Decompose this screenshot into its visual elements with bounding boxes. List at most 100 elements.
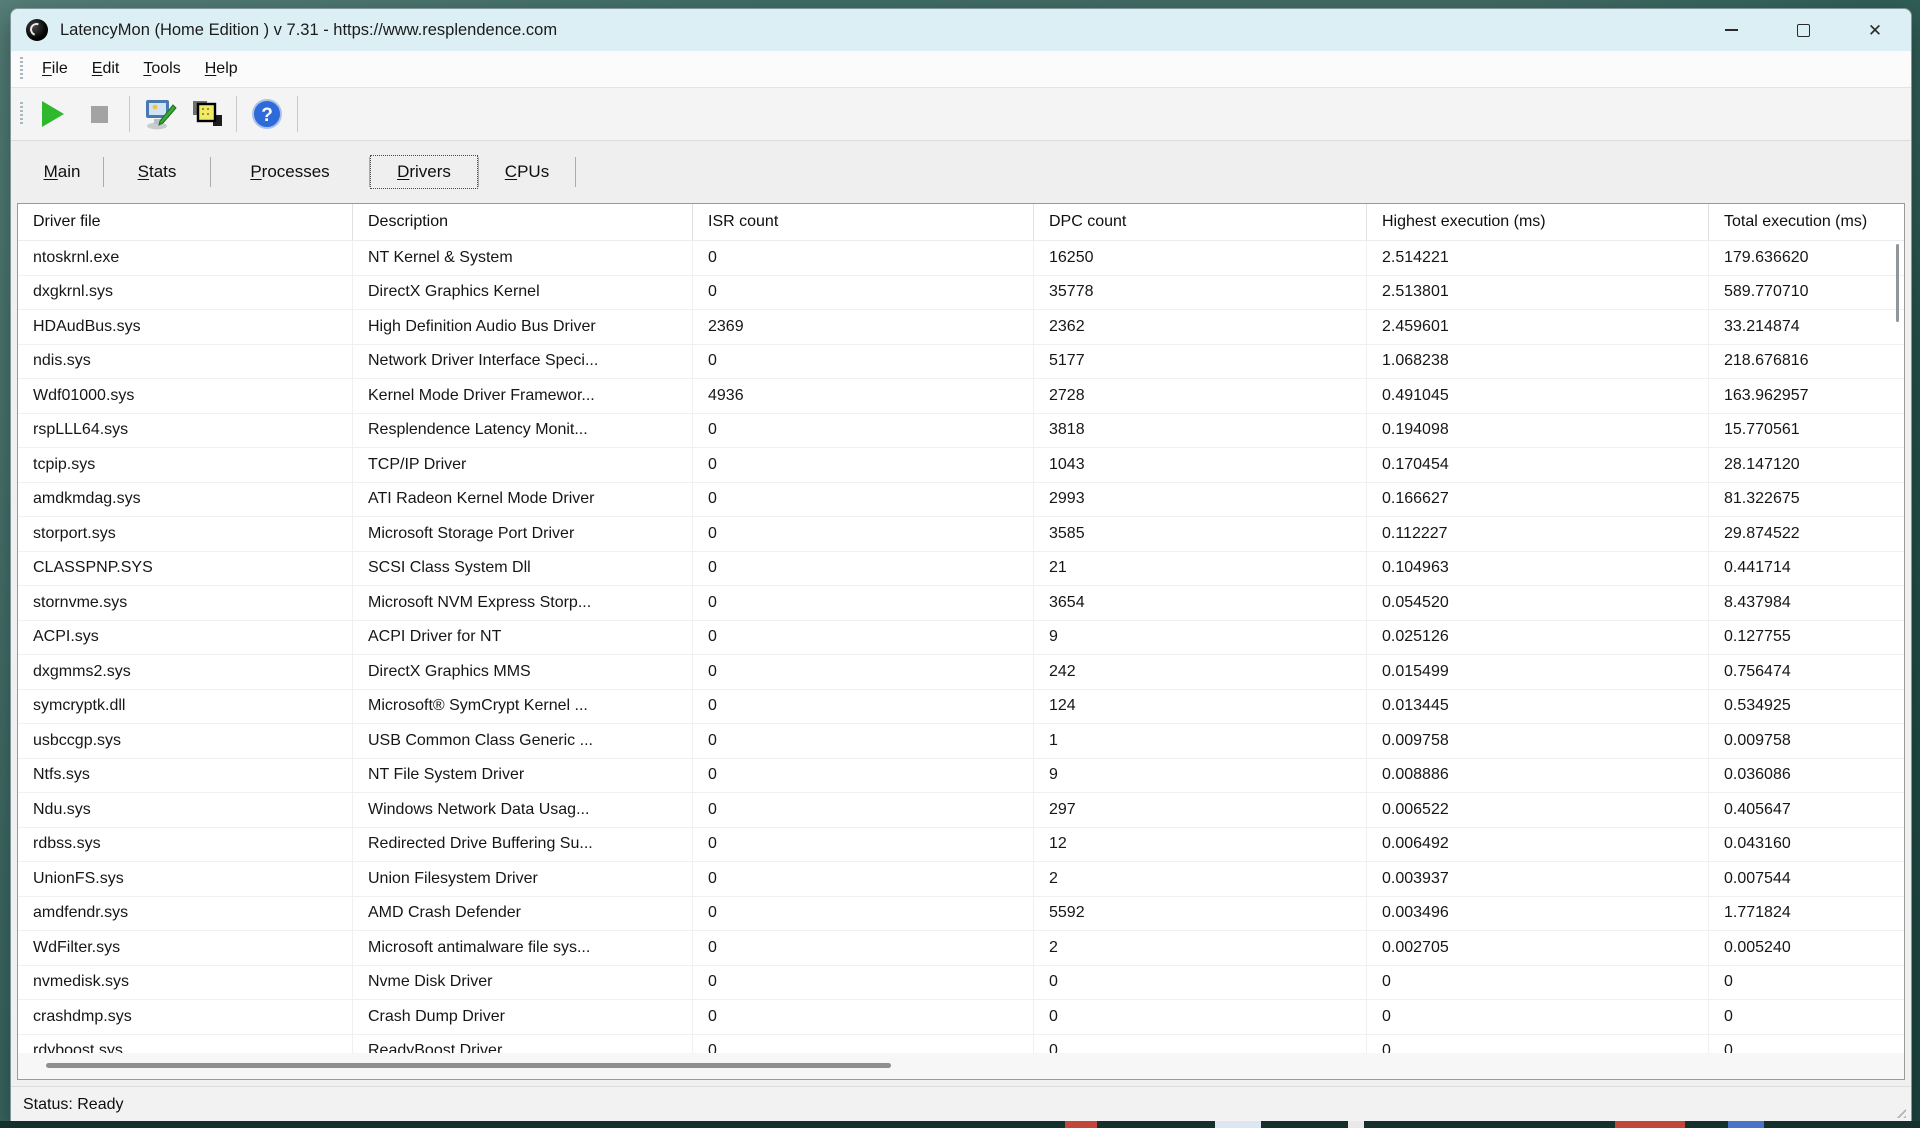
cell-file: crashdmp.sys <box>18 1000 353 1034</box>
status-text: Status: Ready <box>23 1096 124 1114</box>
titlebar[interactable]: LatencyMon (Home Edition ) v 7.31 - http… <box>11 9 1911 51</box>
menu-edit[interactable]: Edit <box>80 56 132 82</box>
cell-dpc: 0 <box>1034 1035 1367 1054</box>
cell-dpc: 16250 <box>1034 241 1367 275</box>
table-row[interactable]: Ntfs.sysNT File System Driver090.0088860… <box>18 759 1904 794</box>
cell-desc: Microsoft Storage Port Driver <box>353 517 693 551</box>
cell-desc: Microsoft antimalware file sys... <box>353 931 693 965</box>
cell-highest: 2.514221 <box>1367 241 1709 275</box>
table-row[interactable]: stornvme.sysMicrosoft NVM Express Storp.… <box>18 586 1904 621</box>
vertical-scrollbar-thumb[interactable] <box>1896 244 1899 322</box>
table-row[interactable]: HDAudBus.sysHigh Definition Audio Bus Dr… <box>18 310 1904 345</box>
menubar-gripper[interactable] <box>20 57 23 81</box>
cell-file: storport.sys <box>18 517 353 551</box>
cell-desc: Crash Dump Driver <box>353 1000 693 1034</box>
minimize-button[interactable] <box>1695 9 1767 51</box>
cell-dpc: 2993 <box>1034 483 1367 517</box>
column-header-total-execution-ms[interactable]: Total execution (ms) <box>1709 204 1892 240</box>
menubar: FileEditToolsHelp <box>11 51 1911 88</box>
cell-dpc: 21 <box>1034 552 1367 586</box>
table-row[interactable]: dxgkrnl.sysDirectX Graphics Kernel035778… <box>18 276 1904 311</box>
cell-dpc: 12 <box>1034 828 1367 862</box>
cell-file: rdyboost.sys <box>18 1035 353 1054</box>
help-button[interactable]: ? <box>244 93 290 135</box>
stop-button[interactable] <box>76 93 122 135</box>
cell-highest: 0 <box>1367 966 1709 1000</box>
maximize-button[interactable] <box>1767 9 1839 51</box>
table-row[interactable]: amdkmdag.sysATI Radeon Kernel Mode Drive… <box>18 483 1904 518</box>
horizontal-scrollbar[interactable] <box>18 1053 1904 1079</box>
table-row[interactable]: rspLLL64.sysResplendence Latency Monit..… <box>18 414 1904 449</box>
table-row[interactable]: storport.sysMicrosoft Storage Port Drive… <box>18 517 1904 552</box>
resize-grip[interactable] <box>1893 1105 1906 1118</box>
cell-dpc: 0 <box>1034 1000 1367 1034</box>
table-row[interactable]: WdFilter.sysMicrosoft antimalware file s… <box>18 931 1904 966</box>
copy-report-button[interactable] <box>183 93 229 135</box>
cell-highest: 0.003937 <box>1367 862 1709 896</box>
tab-cpus[interactable]: CPUs <box>479 155 575 189</box>
app-icon <box>26 19 48 41</box>
menu-tools[interactable]: Tools <box>131 56 192 82</box>
cell-isr: 2369 <box>693 310 1034 344</box>
cell-total: 163.962957 <box>1709 379 1892 413</box>
table-row[interactable]: dxgmms2.sysDirectX Graphics MMS02420.015… <box>18 655 1904 690</box>
column-header-isr-count[interactable]: ISR count <box>693 204 1034 240</box>
tab-processes[interactable]: Processes <box>211 155 369 189</box>
cell-desc: SCSI Class System Dll <box>353 552 693 586</box>
cell-desc: AMD Crash Defender <box>353 897 693 931</box>
table-row[interactable]: ACPI.sysACPI Driver for NT090.0251260.12… <box>18 621 1904 656</box>
table-row[interactable]: ndis.sysNetwork Driver Interface Speci..… <box>18 345 1904 380</box>
table-row[interactable]: CLASSPNP.SYSSCSI Class System Dll0210.10… <box>18 552 1904 587</box>
toolbar-gripper[interactable] <box>20 102 23 126</box>
cell-isr: 0 <box>693 448 1034 482</box>
start-button[interactable] <box>30 93 76 135</box>
table-row[interactable]: Ndu.sysWindows Network Data Usag...02970… <box>18 793 1904 828</box>
table-body: ntoskrnl.exeNT Kernel & System0162502.51… <box>18 241 1904 1053</box>
cell-highest: 0.015499 <box>1367 655 1709 689</box>
table-row[interactable]: rdyboost.sysReadyBoost Driver0000 <box>18 1035 1904 1054</box>
table-row[interactable]: rdbss.sysRedirected Drive Buffering Su..… <box>18 828 1904 863</box>
tab-stats[interactable]: Stats <box>104 155 210 189</box>
vertical-scrollbar[interactable] <box>1890 241 1904 1052</box>
tab-drivers[interactable]: Drivers <box>370 155 478 189</box>
cell-desc: Resplendence Latency Monit... <box>353 414 693 448</box>
cell-total: 81.322675 <box>1709 483 1892 517</box>
app-window: LatencyMon (Home Edition ) v 7.31 - http… <box>10 8 1912 1124</box>
table-row[interactable]: UnionFS.sysUnion Filesystem Driver020.00… <box>18 862 1904 897</box>
cell-dpc: 124 <box>1034 690 1367 724</box>
cell-highest: 0.006492 <box>1367 828 1709 862</box>
horizontal-scrollbar-thumb[interactable] <box>46 1063 891 1068</box>
cell-isr: 0 <box>693 345 1034 379</box>
cell-total: 0.036086 <box>1709 759 1892 793</box>
cell-file: Ntfs.sys <box>18 759 353 793</box>
table-row[interactable]: symcryptk.dllMicrosoft® SymCrypt Kernel … <box>18 690 1904 725</box>
column-header-dpc-count[interactable]: DPC count <box>1034 204 1367 240</box>
column-header-description[interactable]: Description <box>353 204 693 240</box>
tab-main[interactable]: Main <box>21 155 103 189</box>
column-header-highest-execution-ms[interactable]: Highest execution (ms) <box>1367 204 1709 240</box>
monitor-pencil-icon <box>143 97 177 131</box>
cell-highest: 0.491045 <box>1367 379 1709 413</box>
table-row[interactable]: Wdf01000.sysKernel Mode Driver Framewor.… <box>18 379 1904 414</box>
cell-file: stornvme.sys <box>18 586 353 620</box>
table-row[interactable]: tcpip.sysTCP/IP Driver010430.17045428.14… <box>18 448 1904 483</box>
table-row[interactable]: crashdmp.sysCrash Dump Driver0000 <box>18 1000 1904 1035</box>
menu-help[interactable]: Help <box>193 56 250 82</box>
cell-desc: USB Common Class Generic ... <box>353 724 693 758</box>
tabbar: MainStatsProcessesDriversCPUs <box>11 141 1911 203</box>
table-row[interactable]: ntoskrnl.exeNT Kernel & System0162502.51… <box>18 241 1904 276</box>
close-button[interactable]: ✕ <box>1839 9 1911 51</box>
taskbar-fragment <box>1215 1121 1261 1128</box>
minimize-icon <box>1725 29 1738 31</box>
taskbar-sliver <box>0 1121 1920 1128</box>
cell-highest: 0.170454 <box>1367 448 1709 482</box>
taskbar-fragment <box>1615 1121 1685 1128</box>
options-button[interactable] <box>137 93 183 135</box>
table-row[interactable]: amdfendr.sysAMD Crash Defender055920.003… <box>18 897 1904 932</box>
table-row[interactable]: nvmedisk.sysNvme Disk Driver0000 <box>18 966 1904 1001</box>
cell-desc: ReadyBoost Driver <box>353 1035 693 1054</box>
column-header-driver-file[interactable]: Driver file <box>18 204 353 240</box>
cell-file: ndis.sys <box>18 345 353 379</box>
menu-file[interactable]: File <box>30 56 80 82</box>
table-row[interactable]: usbccgp.sysUSB Common Class Generic ...0… <box>18 724 1904 759</box>
